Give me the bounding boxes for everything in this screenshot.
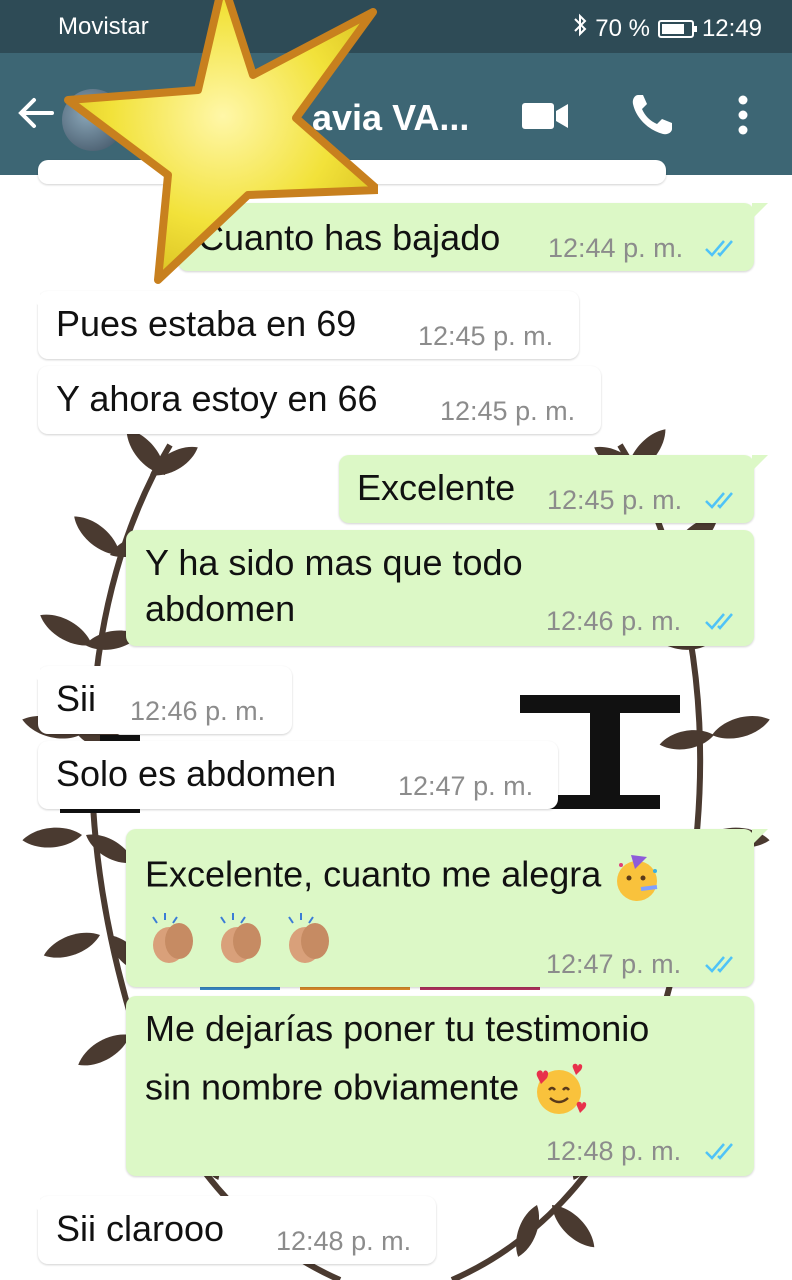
message-bubble-outgoing[interactable]: Excelente 12:45 p. m. [339,455,768,523]
message-bubble-incoming[interactable]: Pues estaba en 69 12:45 p. m. [24,291,579,359]
message-time: 12:46 p. m. [130,696,266,726]
message-text: Solo es abdomen [56,753,337,794]
star-icon [64,0,378,284]
clock-time: 12:49 [701,14,762,42]
message-time: 12:48 p. m. [546,1136,682,1166]
message-text: Excelente, cuanto me alegra [145,851,663,903]
message-bubble-incoming[interactable]: Y ahora estoy en 66 12:45 p. m. [38,366,601,434]
smiling-face-with-hearts-emoji-icon [536,1063,587,1114]
message-text: Y ahora estoy en 66 [56,378,378,419]
message-text: Y ha sido mas que todo [145,542,523,583]
status-icons: 70 % 12:49 [573,13,762,44]
message-bubble-incoming[interactable]: Solo es abdomen 12:47 p. m. [38,741,558,809]
message-bubble-incoming[interactable]: Sii 12:46 p. m. [24,666,292,734]
message-text: Sii [56,678,97,719]
message-text: Excelente [357,467,516,508]
read-receipt-icon [705,1143,733,1160]
message-text: sin nombre obviamente [145,1062,589,1118]
clapping-hands-emoji-icon [220,913,262,963]
message-text: Sii clarooo [56,1208,225,1249]
message-time: 12:48 p. m. [276,1226,412,1256]
message-bubble-outgoing[interactable]: Y ha sido mas que todo abdomen 12:46 p. … [126,530,754,646]
battery-icon [657,19,697,38]
message-text: Pues estaba en 69 [56,303,357,344]
battery-percent: 70 % [595,14,650,42]
message-time: 12:45 p. m. [547,485,683,515]
video-call-icon[interactable] [520,95,570,135]
message-time: 12:45 p. m. [418,321,554,351]
clapping-hands-emoji-icon [152,913,193,963]
message-text: abdomen [145,588,296,629]
message-bubble-incoming[interactable]: Sii clarooo 12:48 p. m. [24,1196,436,1264]
clapping-emoji-row [145,911,339,967]
phone-call-icon[interactable] [628,91,676,139]
message-text: Me dejarías poner tu testimonio [145,1008,650,1049]
message-time: 12:46 p. m. [546,606,682,636]
message-bubble-outgoing[interactable]: Me dejarías poner tu testimonio sin nomb… [126,996,754,1176]
message-time: 12:47 p. m. [546,949,682,979]
message-time: 12:45 p. m. [440,396,576,426]
message-time: 12:44 p. m. [548,233,684,263]
message-time: 12:47 p. m. [398,771,534,801]
clapping-hands-emoji-icon [288,913,330,963]
read-receipt-icon [705,613,733,630]
bluetooth-icon [573,13,587,44]
message-bubble-outgoing[interactable]: Excelente, cuanto me alegra 12:47 p. m. [126,829,768,987]
read-receipt-icon [705,492,733,509]
read-receipt-icon [705,956,733,973]
partying-face-emoji-icon [617,855,658,901]
more-options-icon[interactable] [730,93,756,137]
read-receipt-icon [705,240,733,257]
